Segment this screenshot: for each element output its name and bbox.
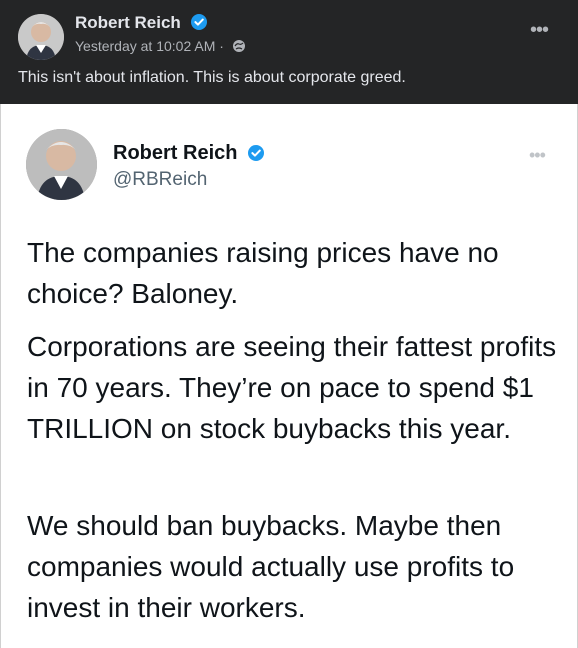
tweet-author-name[interactable]: Robert Reich [113,142,265,165]
author-avatar[interactable] [18,14,64,60]
tweet-paragraph: The companies raising prices have no cho… [27,237,499,309]
tweet-card: Robert Reich @RBReich ••• The companies … [0,104,578,648]
verified-badge-icon [190,14,207,30]
tweet-paragraph: Corporations are seeing their fattest pr… [27,331,557,444]
tweet-more-icon[interactable]: ••• [529,146,546,164]
post-caption: This isn't about inflation. This is abou… [18,69,406,86]
more-options-icon[interactable]: ••• [530,20,549,40]
verified-badge-icon [248,145,265,161]
facebook-post-header: Robert Reich Yesterday at 10:02 AM · •••… [0,0,578,104]
tweet-paragraph: We should ban buybacks. Maybe then compa… [27,510,515,623]
globe-icon [232,40,245,52]
tweet-author-handle[interactable]: @RBReich [113,169,207,191]
tweet-author-avatar[interactable] [26,129,97,200]
post-author-name[interactable]: Robert Reich [75,13,207,33]
post-timestamp[interactable]: Yesterday at 10:02 AM · [75,38,246,54]
